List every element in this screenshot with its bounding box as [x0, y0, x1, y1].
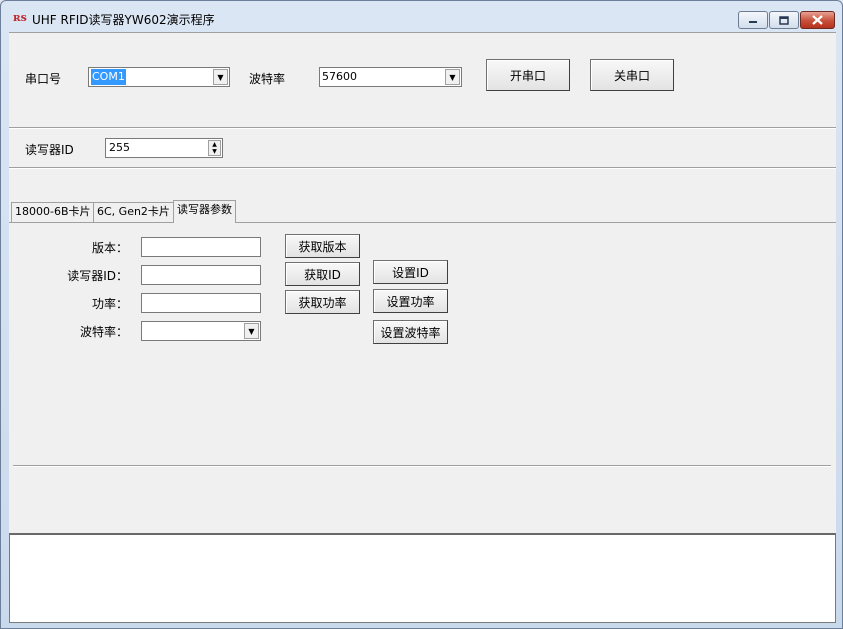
get-id-button[interactable]: 获取ID	[285, 262, 360, 286]
title-bar[interactable]: ʀs UHF RFID读写器YW602演示程序	[2, 2, 841, 32]
port-label: 串口号	[25, 72, 62, 86]
close-window-button[interactable]	[800, 11, 835, 29]
set-id-button[interactable]: 设置ID	[373, 260, 448, 284]
spin-arrows-icon[interactable]: ▲ ▼	[208, 140, 221, 156]
reader-id-spinner[interactable]: 255 ▲ ▼	[105, 138, 223, 158]
client-area: 串口号 COM1 ▼ 波特率 57600 ▼ 开串口 关串口 读写器ID 255…	[9, 32, 836, 623]
minimize-button[interactable]	[738, 11, 768, 29]
baud-value: 57600	[322, 70, 357, 83]
tab-18000-6b[interactable]: 18000-6B卡片	[11, 202, 95, 222]
param-reader-id-field[interactable]	[141, 265, 261, 285]
param-baud-select[interactable]: ▼	[141, 321, 261, 341]
port-select[interactable]: COM1 ▼	[88, 67, 230, 87]
version-label: 版本：	[91, 241, 128, 255]
param-reader-id-label: 读写器ID：	[67, 269, 128, 283]
chevron-down-icon[interactable]: ▼	[445, 69, 460, 85]
port-value: COM1	[91, 69, 126, 85]
open-port-button[interactable]: 开串口	[486, 59, 570, 91]
power-field[interactable]	[141, 293, 261, 313]
close-icon	[812, 15, 823, 25]
set-power-button[interactable]: 设置功率	[373, 289, 448, 313]
maximize-icon	[779, 15, 789, 25]
tab-reader-params[interactable]: 读写器参数	[173, 200, 236, 223]
chevron-down-icon[interactable]: ▼	[244, 323, 259, 339]
window-title: UHF RFID读写器YW602演示程序	[32, 13, 215, 27]
log-textarea[interactable]	[9, 533, 836, 623]
baud-select[interactable]: 57600 ▼	[319, 67, 462, 87]
minimize-icon	[749, 21, 757, 23]
divider	[9, 127, 836, 129]
baud-label: 波特率	[249, 72, 286, 86]
get-power-button[interactable]: 获取功率	[285, 290, 360, 314]
app-logo-icon: ʀs	[13, 11, 27, 24]
get-version-button[interactable]: 获取版本	[285, 234, 360, 258]
tab-gen2[interactable]: 6C, Gen2卡片	[93, 202, 174, 222]
panel-divider	[13, 465, 831, 467]
app-window: ʀs UHF RFID读写器YW602演示程序 串口号 COM1 ▼ 波特率 5…	[0, 0, 843, 629]
reader-id-label: 读写器ID	[25, 143, 74, 157]
reader-id-value: 255	[109, 141, 130, 154]
version-field[interactable]	[141, 237, 261, 257]
tab-strip-line	[9, 222, 836, 223]
close-port-button[interactable]: 关串口	[590, 59, 674, 91]
set-baud-button[interactable]: 设置波特率	[373, 320, 448, 344]
power-label: 功率：	[91, 297, 128, 311]
param-baud-label: 波特率：	[79, 325, 128, 339]
maximize-button[interactable]	[769, 11, 799, 29]
chevron-down-icon[interactable]: ▼	[213, 69, 228, 85]
divider	[9, 167, 836, 169]
